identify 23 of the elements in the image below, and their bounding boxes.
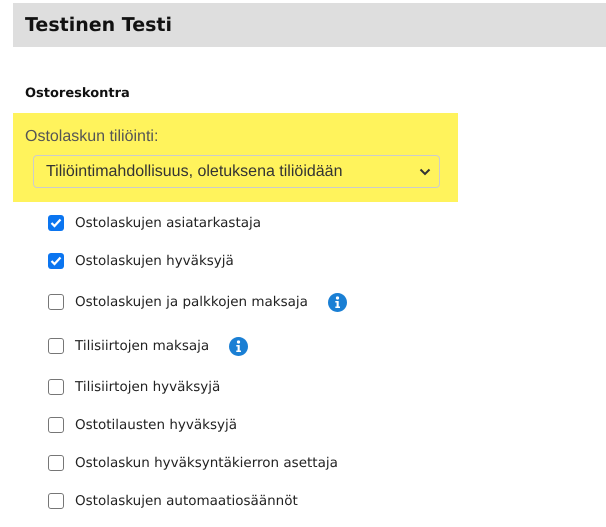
checkbox-label: Tilisiirtojen maksaja bbox=[75, 336, 210, 356]
page-title: Testinen Testi bbox=[25, 12, 172, 38]
checkbox[interactable] bbox=[48, 215, 64, 231]
checkbox[interactable] bbox=[48, 253, 64, 269]
checkbox[interactable] bbox=[48, 379, 64, 395]
info-icon[interactable] bbox=[229, 336, 248, 356]
checkbox-label: Ostolaskun hyväksyntäkierron asettaja bbox=[75, 454, 338, 473]
checkbox-label: Ostotilausten hyväksyjä bbox=[75, 416, 237, 435]
checkbox-label: Tilisiirtojen hyväksyjä bbox=[75, 378, 220, 397]
checkbox-label: Ostolaskujen ja palkkojen maksaja bbox=[75, 292, 308, 312]
checkbox[interactable] bbox=[48, 338, 64, 354]
section-heading: Ostoreskontra bbox=[25, 86, 130, 101]
dropdown-select[interactable]: Tiliöintimahdollisuus, oletuksena tiliöidään bbox=[33, 155, 440, 188]
field-label: Ostolaskun tiliöinti: bbox=[25, 128, 158, 145]
checkbox[interactable] bbox=[48, 455, 64, 471]
checkbox-label: Ostolaskujen asiatarkastaja bbox=[75, 214, 262, 233]
checkbox-label: Ostolaskujen automaatiosäännöt bbox=[75, 492, 298, 511]
checkbox-label: Ostolaskujen hyväksyjä bbox=[75, 252, 234, 271]
chevron-down-icon bbox=[419, 168, 431, 176]
checkbox[interactable] bbox=[48, 417, 64, 433]
checkbox[interactable] bbox=[48, 493, 64, 509]
info-icon[interactable] bbox=[328, 292, 347, 312]
checkbox[interactable] bbox=[48, 294, 64, 310]
